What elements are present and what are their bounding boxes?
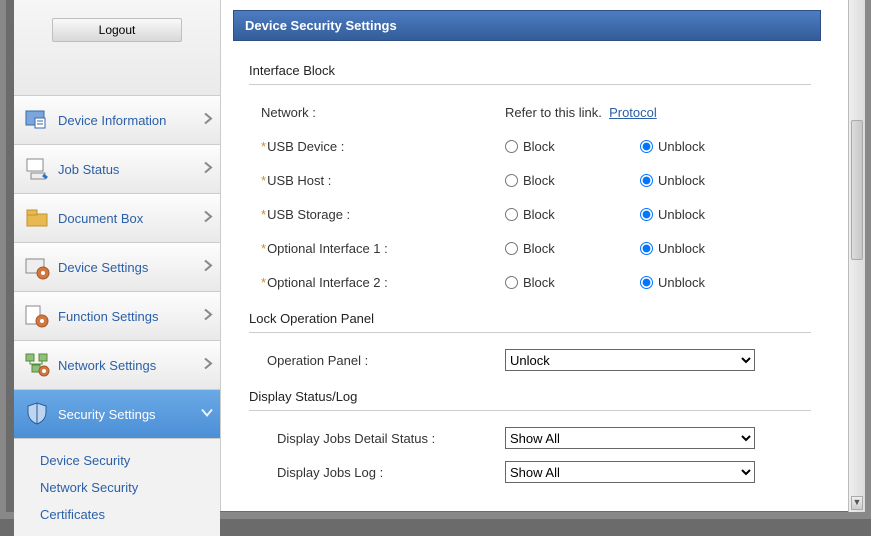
chevron-right-icon (202, 112, 214, 129)
section-lock-panel-title: Lock Operation Panel (249, 311, 805, 326)
radio-usb-storage-block[interactable]: Block (505, 207, 640, 222)
chevron-right-icon (202, 259, 214, 276)
sidebar-item-job-status[interactable]: Job Status (14, 145, 220, 194)
device-settings-icon (22, 252, 52, 282)
label-usb-host: USB Host : (267, 173, 331, 188)
select-display-log[interactable]: Show All (505, 461, 755, 483)
sidebar-item-label: Network Settings (58, 358, 156, 373)
protocol-link[interactable]: Protocol (609, 105, 657, 120)
radio-input[interactable] (640, 276, 653, 289)
select-operation-panel[interactable]: Unlock (505, 349, 755, 371)
divider (249, 410, 811, 411)
radio-optional-1-block[interactable]: Block (505, 241, 640, 256)
row-network: Network : Refer to this link. Protocol (255, 95, 805, 129)
logout-panel: Logout (14, 0, 220, 96)
divider (249, 332, 811, 333)
device-info-icon (22, 105, 52, 135)
chevron-right-icon (202, 161, 214, 178)
job-status-icon (22, 154, 52, 184)
row-optional-2: *Optional Interface 2 : Block Unblock (255, 265, 805, 299)
sidebar-item-device-settings[interactable]: Device Settings (14, 243, 220, 292)
scrollbar-down-button[interactable]: ▼ (851, 496, 863, 510)
sidebar-sub-items: Device Security Network Security Certifi… (14, 439, 220, 536)
row-optional-1: *Optional Interface 1 : Block Unblock (255, 231, 805, 265)
sub-item-certificates[interactable]: Certificates (14, 501, 220, 528)
chevron-down-icon (200, 407, 214, 422)
row-usb-host: *USB Host : Block Unblock (255, 163, 805, 197)
radio-optional-1-unblock[interactable]: Unblock (640, 241, 705, 256)
network-settings-icon (22, 350, 52, 380)
radio-input[interactable] (505, 174, 518, 187)
radio-input[interactable] (505, 242, 518, 255)
divider (249, 84, 811, 85)
sidebar-item-document-box[interactable]: Document Box (14, 194, 220, 243)
main-content: Device Security Settings Interface Block… (221, 0, 856, 511)
row-operation-panel: Operation Panel : Unlock (255, 343, 805, 377)
sidebar-item-label: Function Settings (58, 309, 158, 324)
radio-usb-host-unblock[interactable]: Unblock (640, 173, 705, 188)
select-display-detail[interactable]: Show All (505, 427, 755, 449)
radio-usb-host-block[interactable]: Block (505, 173, 640, 188)
radio-input[interactable] (505, 140, 518, 153)
sidebar-item-label: Device Information (58, 113, 166, 128)
radio-usb-device-unblock[interactable]: Unblock (640, 139, 705, 154)
shield-icon (22, 399, 52, 429)
sidebar: Logout Device Information Job Status (14, 0, 221, 511)
label-display-log: Display Jobs Log : (255, 465, 505, 480)
sidebar-item-network-settings[interactable]: Network Settings (14, 341, 220, 390)
section-display-status-title: Display Status/Log (249, 389, 805, 404)
row-usb-device: *USB Device : Block Unblock (255, 129, 805, 163)
label-display-detail: Display Jobs Detail Status : (255, 431, 505, 446)
document-box-icon (22, 203, 52, 233)
sidebar-item-label: Security Settings (58, 407, 156, 422)
radio-input[interactable] (505, 276, 518, 289)
radio-input[interactable] (505, 208, 518, 221)
label-optional-1: Optional Interface 1 : (267, 241, 388, 256)
label-usb-device: USB Device : (267, 139, 344, 154)
radio-input[interactable] (640, 208, 653, 221)
radio-optional-2-block[interactable]: Block (505, 275, 640, 290)
sub-item-network-security[interactable]: Network Security (14, 474, 220, 501)
network-note: Refer to this link. (505, 105, 602, 120)
row-display-log: Display Jobs Log : Show All (255, 455, 805, 489)
vertical-scrollbar[interactable]: ▼ (848, 0, 865, 512)
sub-item-device-security[interactable]: Device Security (14, 447, 220, 474)
chevron-right-icon (202, 308, 214, 325)
sidebar-item-label: Document Box (58, 211, 143, 226)
sidebar-item-label: Device Settings (58, 260, 148, 275)
row-display-detail: Display Jobs Detail Status : Show All (255, 421, 805, 455)
radio-input[interactable] (640, 242, 653, 255)
label-operation-panel: Operation Panel : (255, 353, 505, 368)
label-network: Network : (255, 105, 505, 120)
radio-input[interactable] (640, 140, 653, 153)
page-title: Device Security Settings (233, 10, 821, 41)
sidebar-item-security-settings[interactable]: Security Settings (14, 390, 220, 439)
radio-usb-storage-unblock[interactable]: Unblock (640, 207, 705, 222)
sidebar-item-label: Job Status (58, 162, 119, 177)
scrollbar-thumb[interactable] (851, 120, 863, 260)
row-usb-storage: *USB Storage : Block Unblock (255, 197, 805, 231)
label-usb-storage: USB Storage : (267, 207, 350, 222)
sidebar-item-function-settings[interactable]: Function Settings (14, 292, 220, 341)
section-interface-block-title: Interface Block (249, 63, 805, 78)
radio-usb-device-block[interactable]: Block (505, 139, 640, 154)
function-settings-icon (22, 301, 52, 331)
logout-button[interactable]: Logout (52, 18, 182, 42)
radio-input[interactable] (640, 174, 653, 187)
chevron-right-icon (202, 357, 214, 374)
sidebar-item-device-info[interactable]: Device Information (14, 96, 220, 145)
chevron-right-icon (202, 210, 214, 227)
label-optional-2: Optional Interface 2 : (267, 275, 388, 290)
radio-optional-2-unblock[interactable]: Unblock (640, 275, 705, 290)
